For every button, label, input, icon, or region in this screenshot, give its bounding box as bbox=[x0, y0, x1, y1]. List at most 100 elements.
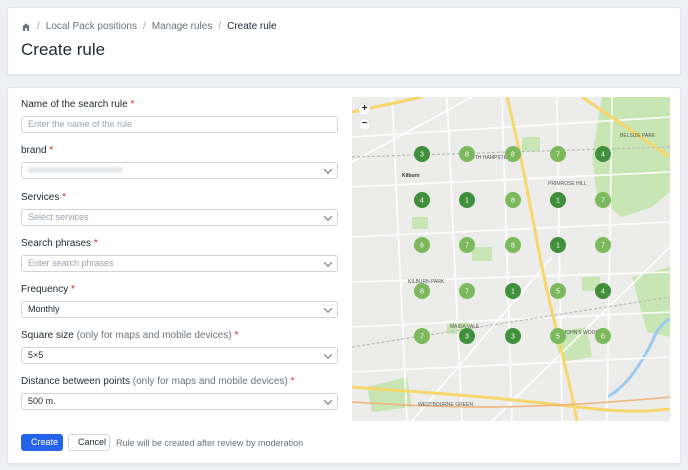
frequency-select[interactable]: Monthly bbox=[21, 301, 338, 318]
grid-marker-value: 1 bbox=[465, 198, 469, 205]
search-phrases-field: Search phrases * Enter search phrases bbox=[21, 237, 338, 272]
grid-marker-value: 6 bbox=[420, 243, 424, 250]
grid-marker-value: 7 bbox=[556, 152, 560, 159]
rule-name-label: Name of the search rule * bbox=[21, 99, 135, 110]
grid-marker-value: 4 bbox=[420, 198, 424, 205]
brand-field: brand * bbox=[21, 144, 338, 179]
map-area-label: KILBURN PARK bbox=[408, 279, 445, 285]
grid-marker-value: 4 bbox=[601, 152, 605, 159]
distance-field: Distance between points (only for maps a… bbox=[21, 375, 338, 410]
brand-label: brand * bbox=[21, 145, 54, 156]
frequency-label: Frequency * bbox=[21, 284, 75, 295]
grid-marker[interactable]: 1 bbox=[550, 237, 566, 253]
square-size-select[interactable]: 5×5 bbox=[21, 347, 338, 364]
search-phrases-select[interactable]: Enter search phrases bbox=[21, 255, 338, 272]
zoom-out-button[interactable]: − bbox=[359, 119, 370, 130]
grid-marker[interactable]: 7 bbox=[595, 237, 611, 253]
grid-marker-value: 3 bbox=[511, 334, 515, 341]
brand-blurred-value bbox=[28, 167, 123, 173]
grid-marker[interactable]: 8 bbox=[414, 283, 430, 299]
grid-marker[interactable]: 5 bbox=[550, 283, 566, 299]
grid-marker[interactable]: 8 bbox=[505, 237, 521, 253]
header-card: / Local Pack positions / Manage rules / … bbox=[7, 7, 681, 75]
distance-select[interactable]: 500 m. bbox=[21, 393, 338, 410]
grid-marker-value: 4 bbox=[601, 289, 605, 296]
chevron-down-icon bbox=[323, 304, 333, 313]
grid-marker[interactable]: 1 bbox=[505, 283, 521, 299]
chevron-down-icon bbox=[323, 212, 333, 221]
breadcrumb: / Local Pack positions / Manage rules / … bbox=[21, 21, 277, 32]
grid-marker-value: 7 bbox=[601, 198, 605, 205]
grid-marker-value: 1 bbox=[511, 289, 515, 296]
square-size-label: Square size (only for maps and mobile de… bbox=[21, 330, 239, 341]
grid-marker-value: 8 bbox=[465, 152, 469, 159]
frequency-field: Frequency * Monthly bbox=[21, 283, 338, 318]
cancel-button[interactable]: Cancel bbox=[68, 434, 110, 451]
brand-select[interactable] bbox=[21, 162, 338, 179]
home-icon[interactable] bbox=[21, 22, 31, 32]
grid-marker[interactable]: 3 bbox=[505, 328, 521, 344]
grid-marker-value: 7 bbox=[601, 243, 605, 250]
grid-marker-value: 6 bbox=[601, 334, 605, 341]
rule-name-field: Name of the search rule * Enter the name… bbox=[21, 98, 338, 133]
chevron-down-icon bbox=[323, 165, 333, 174]
grid-marker[interactable]: 7 bbox=[459, 237, 475, 253]
grid-marker-value: 3 bbox=[465, 334, 469, 341]
services-label: Services * bbox=[21, 192, 67, 203]
map-canvas[interactable]: KilburnSOUTH HAMPSTEADBELSIZE PARKPRIMRO… bbox=[352, 97, 670, 421]
grid-marker[interactable]: 6 bbox=[595, 328, 611, 344]
form-card: Name of the search rule * Enter the name… bbox=[7, 87, 681, 464]
breadcrumb-separator: / bbox=[142, 21, 146, 32]
grid-marker-value: 8 bbox=[511, 243, 515, 250]
grid-marker[interactable]: 1 bbox=[459, 192, 475, 208]
map-area-label: BELSIZE PARK bbox=[620, 133, 656, 139]
grid-marker-value: 7 bbox=[420, 334, 424, 341]
grid-marker-value: 5 bbox=[556, 289, 560, 296]
grid-marker[interactable]: 5 bbox=[550, 328, 566, 344]
grid-marker-value: 7 bbox=[465, 243, 469, 250]
grid-marker[interactable]: 4 bbox=[414, 192, 430, 208]
grid-marker-value: 7 bbox=[465, 289, 469, 296]
grid-marker[interactable]: 8 bbox=[505, 146, 521, 162]
grid-marker-value: 1 bbox=[556, 198, 560, 205]
grid-marker-value: 1 bbox=[556, 243, 560, 250]
map-area-label: Kilburn bbox=[402, 173, 420, 179]
grid-marker[interactable]: 7 bbox=[595, 192, 611, 208]
create-button[interactable]: Create bbox=[21, 434, 63, 451]
grid-marker[interactable]: 4 bbox=[595, 283, 611, 299]
map[interactable]: Kilburn SOUTH HAMPSTEAD BELSIZE PARK PRIMRO… bbox=[352, 97, 670, 421]
breadcrumb-manage-rules[interactable]: Manage rules bbox=[152, 21, 213, 32]
grid-marker[interactable]: 1 bbox=[550, 192, 566, 208]
grid-marker-value: 8 bbox=[420, 289, 424, 296]
grid-marker[interactable]: 8 bbox=[459, 146, 475, 162]
zoom-in-button[interactable]: + bbox=[359, 104, 370, 115]
square-size-field: Square size (only for maps and mobile de… bbox=[21, 329, 338, 364]
rule-name-input[interactable]: Enter the name of the rule bbox=[21, 116, 338, 133]
services-field: Services * Select services bbox=[21, 191, 338, 226]
grid-marker[interactable]: 6 bbox=[414, 237, 430, 253]
services-select[interactable]: Select services bbox=[21, 209, 338, 226]
chevron-down-icon bbox=[323, 350, 333, 359]
grid-marker-value: 5 bbox=[556, 334, 560, 341]
grid-marker[interactable]: 3 bbox=[414, 146, 430, 162]
grid-marker[interactable]: 7 bbox=[414, 328, 430, 344]
page-title: Create rule bbox=[21, 40, 106, 59]
grid-marker[interactable]: 7 bbox=[459, 283, 475, 299]
distance-label: Distance between points (only for maps a… bbox=[21, 376, 295, 387]
grid-marker[interactable]: 4 bbox=[595, 146, 611, 162]
grid-marker-value: 8 bbox=[511, 152, 515, 159]
grid-marker[interactable]: 8 bbox=[505, 192, 521, 208]
breadcrumb-separator: / bbox=[37, 21, 40, 32]
chevron-down-icon bbox=[323, 396, 333, 405]
map-area-label: PRIMROSE HILL bbox=[548, 181, 587, 187]
search-phrases-label: Search phrases * bbox=[21, 238, 98, 249]
grid-marker[interactable]: 3 bbox=[459, 328, 475, 344]
grid-marker[interactable]: 7 bbox=[550, 146, 566, 162]
grid-marker-value: 3 bbox=[420, 152, 424, 159]
grid-marker-value: 8 bbox=[511, 198, 515, 205]
breadcrumb-separator: / bbox=[218, 21, 222, 32]
map-area-label: WESTBOURNE GREEN bbox=[418, 402, 473, 408]
chevron-down-icon bbox=[323, 258, 333, 267]
moderation-note: Rule will be created after review by mod… bbox=[116, 437, 304, 448]
breadcrumb-local-pack[interactable]: Local Pack positions bbox=[46, 21, 137, 32]
